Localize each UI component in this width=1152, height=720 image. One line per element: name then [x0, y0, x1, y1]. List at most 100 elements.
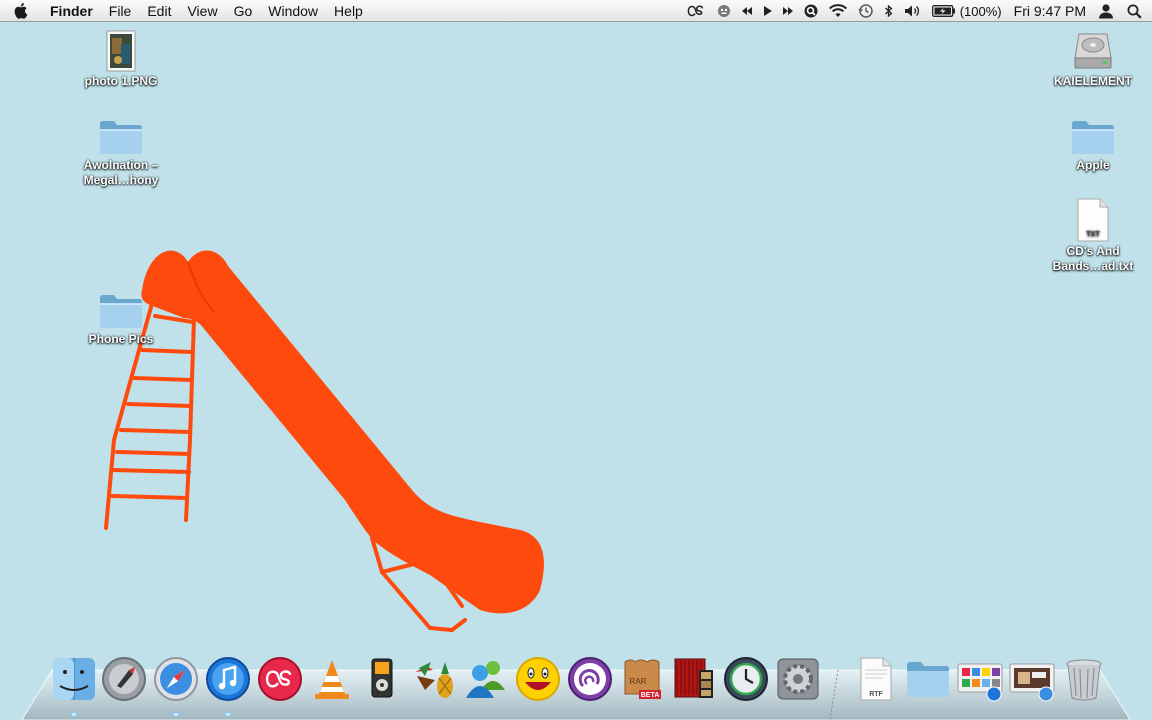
menu-window[interactable]: Window [260, 0, 326, 22]
desktop-icon-hard-drive[interactable]: KAIELEMENT [1038, 28, 1148, 89]
dock-trash[interactable] [1060, 654, 1108, 704]
rar-icon: RAR BETA [624, 659, 661, 699]
search-menu-extra[interactable] [799, 0, 823, 22]
wifi-icon [828, 4, 847, 17]
dock-bittorrent[interactable] [566, 654, 614, 704]
svg-text:RTF: RTF [869, 691, 883, 698]
rewind-icon [741, 7, 752, 15]
desktop-icon-photo[interactable]: photo 1.PNG [66, 28, 176, 89]
image-file-icon [106, 30, 136, 72]
svg-text:TXT: TXT [1086, 231, 1100, 238]
user-menu[interactable] [1093, 0, 1119, 22]
yahoo-icon [516, 657, 560, 701]
apple-menu[interactable] [0, 0, 42, 22]
vlc-icon [315, 660, 349, 699]
battery-menu-extra[interactable]: (100%) [927, 0, 1007, 22]
lastfm-icon [258, 657, 302, 701]
status-area: (100%) Fri 9:47 PM [682, 0, 1152, 22]
menu-edit[interactable]: Edit [139, 0, 179, 22]
desktop-icon-label: Phone Pics [88, 332, 154, 346]
menu-file[interactable]: File [101, 0, 140, 22]
itunes-icon [206, 657, 250, 701]
volume-menu-extra[interactable] [899, 0, 927, 22]
menu-view[interactable]: View [179, 0, 225, 22]
downloads-stack-icon [1009, 663, 1055, 702]
bluetooth-icon [884, 4, 893, 18]
dock-finder[interactable] [50, 654, 98, 704]
speaker-icon [904, 5, 919, 17]
clock[interactable]: Fri 9:47 PM [1007, 0, 1093, 22]
dock-launchpad[interactable] [100, 654, 148, 704]
photobooth-icon [674, 658, 713, 698]
dock-messenger[interactable] [462, 654, 510, 704]
play-icon [763, 6, 772, 16]
dock-time-machine[interactable] [722, 654, 770, 704]
battery-charging-icon [931, 5, 955, 17]
desktop-icon-phone-pics-folder[interactable]: Phone Pics [66, 286, 176, 347]
hard-drive-icon [1074, 33, 1112, 69]
desktop-icon-awolnation-folder[interactable]: Awolnation – Megal…hony [66, 112, 176, 188]
search-icon [1127, 4, 1142, 19]
menu-app-name[interactable]: Finder [42, 0, 101, 22]
fast-forward-icon [782, 7, 793, 15]
dock-system-preferences[interactable] [774, 654, 822, 704]
dock-ipod[interactable] [358, 654, 406, 704]
folder-icon [100, 295, 142, 328]
finder-icon [53, 658, 95, 700]
menu-help[interactable]: Help [326, 0, 371, 22]
time-machine-icon [858, 4, 873, 18]
desktop-icon-text-file[interactable]: TXT CD's And Bands…ad.txt [1038, 198, 1148, 274]
dock-yahoo-messenger[interactable] [514, 654, 562, 704]
apps-stack-icon [957, 663, 1003, 702]
launchpad-icon [102, 657, 146, 701]
dock-downloads-stack[interactable] [1008, 654, 1056, 704]
dock-applications-stack[interactable] [956, 654, 1004, 704]
ipod-icon [371, 658, 393, 698]
desktop-icon-label: KAIELEMENT [1054, 74, 1132, 88]
dock-documents-stack[interactable] [904, 654, 952, 704]
running-indicator [224, 712, 232, 717]
play-button[interactable] [758, 0, 777, 22]
trash-icon [1066, 659, 1102, 701]
adium-icon [415, 662, 453, 698]
desktop-icon-label: CD's And Bands…ad.txt [1052, 244, 1134, 273]
lastfm-icon [687, 5, 703, 17]
timemachine-icon [724, 657, 768, 701]
dock-rtf-document[interactable]: RTF [852, 654, 900, 704]
next-track-button[interactable] [777, 0, 799, 22]
folder-icon [1072, 121, 1114, 154]
sysprefs-icon [777, 658, 819, 700]
dock-adium[interactable] [410, 654, 458, 704]
menu-go[interactable]: Go [226, 0, 261, 22]
lastfm-menu-extra[interactable] [682, 0, 712, 22]
svg-text:BETA: BETA [641, 692, 660, 699]
desktop-icon-apple-folder[interactable]: Apple [1038, 112, 1148, 173]
rtf-icon: RTF [860, 657, 892, 701]
safari-icon [154, 657, 198, 701]
messenger-icon [466, 661, 505, 698]
user-icon [1099, 4, 1113, 19]
dock-photo-booth[interactable] [670, 654, 718, 704]
magnifier-dark-icon [804, 4, 818, 18]
dock-lastfm[interactable] [256, 654, 304, 704]
bluetooth-menu-extra[interactable] [879, 0, 899, 22]
desktop-icon-label: Awolnation – Megal…hony [83, 158, 159, 187]
dock-itunes[interactable] [204, 654, 252, 704]
dock-vlc[interactable] [308, 654, 356, 704]
dock-rar[interactable]: RAR BETA [618, 654, 666, 704]
menu-bar: Finder File Edit View Go Window Help (10… [0, 0, 1152, 22]
apple-icon [14, 2, 28, 19]
battery-percent: (100%) [959, 3, 1002, 19]
folder-icon [100, 121, 142, 154]
duck-icon [717, 5, 730, 17]
time-machine-menu-extra[interactable] [853, 0, 879, 22]
adium-menu-extra[interactable] [712, 0, 736, 22]
text-file-icon: TXT [1077, 198, 1109, 242]
running-indicator [70, 712, 78, 717]
desktop-icon-label: Apple [1076, 158, 1110, 172]
dock-safari[interactable] [152, 654, 200, 704]
svg-text:RAR: RAR [630, 677, 647, 686]
previous-track-button[interactable] [736, 0, 758, 22]
spotlight-button[interactable] [1119, 0, 1152, 22]
wifi-menu-extra[interactable] [823, 0, 853, 22]
